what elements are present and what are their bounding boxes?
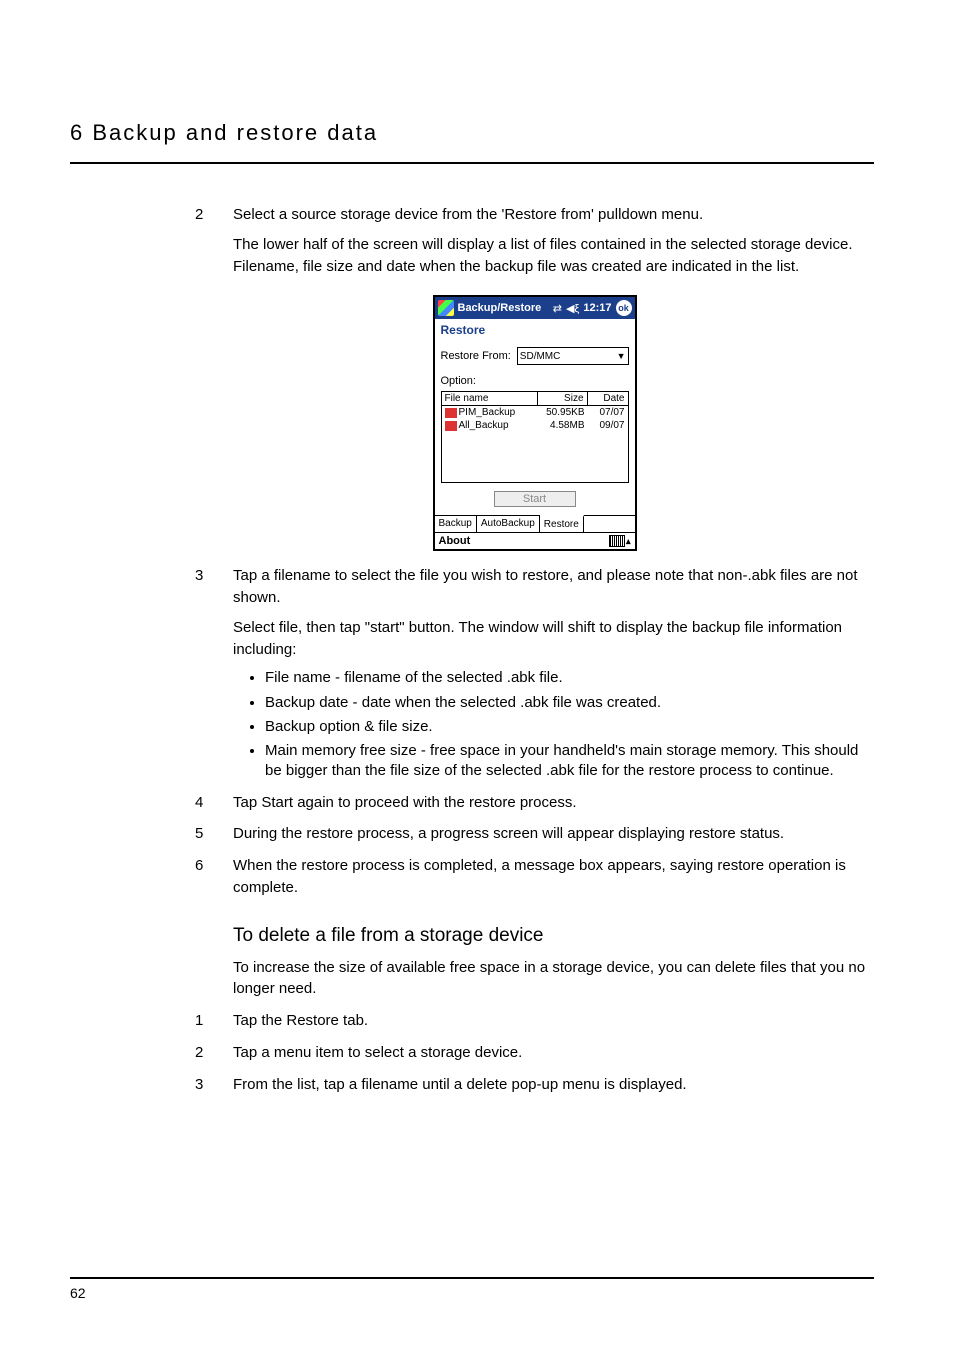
cell-date: 07/07 — [588, 407, 628, 418]
connectivity-icon[interactable]: ⇄ — [553, 302, 562, 315]
tab-restore[interactable]: Restore — [540, 515, 584, 532]
step-text: During the restore process, a progress s… — [233, 823, 874, 853]
step-text: Tap Start again to proceed with the rest… — [233, 792, 874, 822]
file-icon — [445, 408, 457, 418]
file-table: File name Size Date PIM_Backup 50.95KB 0… — [441, 391, 629, 483]
chapter-title: 6 Backup and restore data — [70, 120, 874, 146]
device-frame: Backup/Restore ⇄ ◀ξ 12:17 ok Restore Res… — [433, 295, 637, 551]
step-para: During the restore process, a progress s… — [233, 823, 874, 845]
windows-logo-icon[interactable] — [438, 300, 454, 316]
chevron-down-icon: ▼ — [617, 351, 626, 361]
step-text: From the list, tap a filename until a de… — [233, 1074, 874, 1104]
bullet-item: Backup option & file size. — [265, 717, 874, 737]
step-para: Tap a menu item to select a storage devi… — [233, 1042, 874, 1064]
step-number: 2 — [195, 204, 233, 285]
step-item: 6 When the restore process is completed,… — [195, 855, 874, 907]
cell-size: 50.95KB — [538, 407, 588, 418]
step-number: 6 — [195, 855, 233, 907]
step-para: The lower half of the screen will displa… — [233, 234, 874, 278]
col-filename[interactable]: File name — [442, 392, 538, 405]
step-item: 1 Tap the Restore tab. — [195, 1010, 874, 1040]
cell-filename: PIM_Backup — [459, 407, 516, 418]
tab-backup[interactable]: Backup — [435, 516, 477, 532]
tab-autobackup[interactable]: AutoBackup — [477, 516, 540, 532]
page-footer: 62 — [70, 1277, 874, 1301]
footer-rule — [70, 1277, 874, 1279]
step-text: Tap a menu item to select a storage devi… — [233, 1042, 874, 1072]
file-icon — [445, 421, 457, 431]
step-text: Tap a filename to select the file you wi… — [233, 565, 874, 789]
step-number: 3 — [195, 565, 233, 789]
tab-bar: Backup AutoBackup Restore — [435, 515, 635, 532]
sub-intro: To increase the size of available free s… — [233, 957, 874, 1001]
step-text: Tap the Restore tab. — [233, 1010, 874, 1040]
start-button[interactable]: Start — [494, 491, 576, 507]
subheading: To delete a file from a storage device — [233, 925, 874, 947]
step-para: Tap a filename to select the file you wi… — [233, 565, 874, 609]
step-number: 4 — [195, 792, 233, 822]
clock: 12:17 — [583, 302, 611, 314]
step-para: From the list, tap a filename until a de… — [233, 1074, 874, 1096]
step-item: 2 Select a source storage device from th… — [195, 204, 874, 285]
keyboard-icon — [609, 535, 625, 547]
chevron-up-icon: ▴ — [626, 536, 631, 547]
app-title: Backup/Restore — [458, 302, 549, 314]
option-label: Option: — [435, 367, 635, 389]
device-titlebar: Backup/Restore ⇄ ◀ξ 12:17 ok — [435, 297, 635, 319]
table-row[interactable]: All_Backup 4.58MB 09/07 — [442, 419, 628, 432]
step-item: 5 During the restore process, a progress… — [195, 823, 874, 853]
bullet-item: Main memory free size - free space in yo… — [265, 741, 874, 782]
step-para: When the restore process is completed, a… — [233, 855, 874, 899]
page-number: 62 — [70, 1285, 874, 1301]
volume-icon[interactable]: ◀ξ — [566, 302, 579, 315]
step-item: 3 From the list, tap a filename until a … — [195, 1074, 874, 1104]
sip-keyboard-button[interactable]: ▴ — [609, 535, 631, 547]
select-value: SD/MMC — [520, 351, 561, 362]
col-date[interactable]: Date — [588, 392, 628, 405]
step-para: Tap the Restore tab. — [233, 1010, 874, 1032]
step-number: 1 — [195, 1010, 233, 1040]
ok-button[interactable]: ok — [616, 300, 632, 316]
restore-from-select[interactable]: SD/MMC ▼ — [517, 347, 629, 365]
step-item: 3 Tap a filename to select the file you … — [195, 565, 874, 789]
step-item: 2 Tap a menu item to select a storage de… — [195, 1042, 874, 1072]
step-item: 4 Tap Start again to proceed with the re… — [195, 792, 874, 822]
bullet-item: File name - filename of the selected .ab… — [265, 668, 874, 688]
step-para: Select file, then tap "start" button. Th… — [233, 617, 874, 661]
table-row[interactable]: PIM_Backup 50.95KB 07/07 — [442, 406, 628, 419]
col-size[interactable]: Size — [538, 392, 588, 405]
table-header: File name Size Date — [442, 392, 628, 406]
header-rule — [70, 162, 874, 164]
step-number: 3 — [195, 1074, 233, 1104]
bullet-list: File name - filename of the selected .ab… — [233, 668, 874, 781]
bottom-bar: About ▴ — [435, 532, 635, 549]
restore-from-label: Restore From: — [441, 350, 511, 362]
device-screenshot: Backup/Restore ⇄ ◀ξ 12:17 ok Restore Res… — [195, 295, 874, 551]
step-text: Select a source storage device from the … — [233, 204, 874, 285]
step-number: 5 — [195, 823, 233, 853]
step-para: Select a source storage device from the … — [233, 204, 874, 226]
cell-filename: All_Backup — [459, 420, 509, 431]
cell-size: 4.58MB — [538, 420, 588, 431]
step-number: 2 — [195, 1042, 233, 1072]
step-para: Tap Start again to proceed with the rest… — [233, 792, 874, 814]
about-menu[interactable]: About — [439, 535, 471, 547]
screen-title: Restore — [435, 319, 635, 345]
cell-date: 09/07 — [588, 420, 628, 431]
step-text: When the restore process is completed, a… — [233, 855, 874, 907]
bullet-item: Backup date - date when the selected .ab… — [265, 693, 874, 713]
